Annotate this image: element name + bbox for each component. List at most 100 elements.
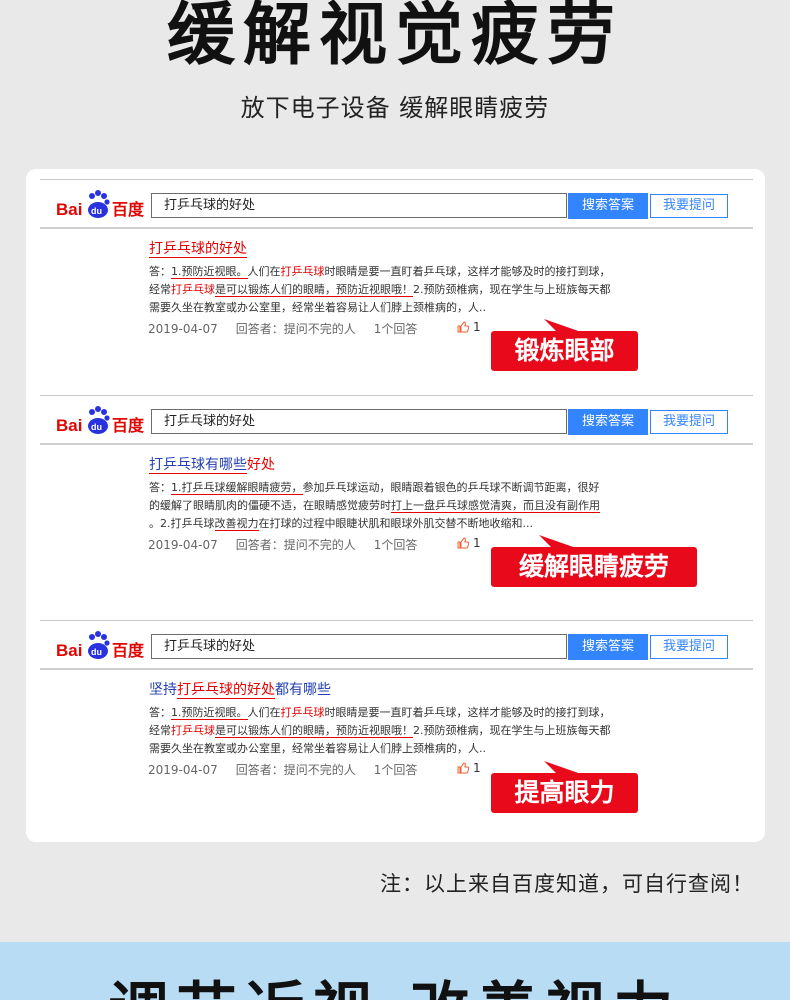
snippet-segment: 打乒乓球	[171, 283, 215, 296]
snippet-line: 经常打乒乓球是可以锻炼人们的眼睛，预防近视眼哦！2.预防颈椎病，现在学生与上班族…	[149, 281, 664, 299]
ask-question-button[interactable]: 我要提问	[650, 635, 728, 659]
svg-text:百度: 百度	[112, 200, 145, 219]
snippet-line: 。2.打乒乓球改善视力在打球的过程中眼睫状肌和眼球外肌交替不断地收缩和...	[149, 515, 664, 533]
snippet-line: 答：1.打乒乓球缓解眼睛疲劳，参加乒乓球运动，眼睛跟着银色的乒乓球不断调节距离，…	[149, 479, 664, 497]
thumbs-up-icon	[457, 537, 470, 549]
svg-text:百度: 百度	[112, 641, 145, 660]
meta-date: 2019-04-07	[148, 763, 218, 777]
snippet-line: 答：1.预防近视眼。人们在打乒乓球时眼睛是要一直盯着乒乓球，这样才能够及时的接打…	[149, 704, 664, 722]
svg-text:Bai: Bai	[56, 200, 82, 219]
ask-question-button[interactable]: 我要提问	[650, 194, 728, 218]
like-number: 1	[473, 320, 481, 334]
result-snippet: 答：1.预防近视眼。人们在打乒乓球时眼睛是要一直盯着乒乓球，这样才能够及时的接打…	[149, 704, 664, 758]
snippet-segment: 答：	[149, 481, 171, 494]
footer-heading: 调节近视 改善视力	[0, 976, 790, 1000]
search-answer-button[interactable]: 搜索答案	[568, 193, 648, 219]
meta-answerer: 回答者：提问不完的人	[235, 538, 356, 552]
snippet-segment: 改善视力	[214, 517, 259, 531]
top-rule	[40, 620, 753, 621]
search-divider	[40, 227, 753, 229]
like-number: 1	[473, 761, 481, 775]
snippet-segment: 打乒乓球	[171, 724, 215, 737]
search-divider	[40, 443, 753, 445]
callout-text: 缓解眼睛疲劳	[491, 547, 697, 587]
callout-text: 提高眼力	[491, 773, 638, 813]
meta-answers: 1个回答	[373, 322, 418, 336]
snippet-segment: 打上一盘乒乓球感觉清爽，而且没有副作用	[391, 499, 600, 513]
subheadline: 放下电子设备 缓解眼睛疲劳	[240, 94, 550, 122]
snippet-segment: 2.预防颈椎病，现在学生与上班族每天都	[413, 724, 611, 737]
snippet-segment: 在打球的过程中眼睫状肌和眼球外肌交替不断地收缩和...	[258, 517, 534, 530]
title-part: 好处	[247, 457, 275, 473]
ask-question-button[interactable]: 我要提问	[650, 410, 728, 434]
snippet-segment: 经常	[149, 724, 171, 737]
result-snippet: 答：1.预防近视眼。人们在打乒乓球时眼睛是要一直盯着乒乓球，这样才能够及时的接打…	[149, 263, 664, 317]
top-rule	[40, 395, 753, 396]
search-input[interactable]: 打乒乓球的好处	[151, 634, 567, 659]
search-answer-button[interactable]: 搜索答案	[568, 634, 648, 660]
search-input[interactable]: 打乒乓球的好处	[151, 409, 567, 434]
result-meta: 2019-04-07 回答者：提问不完的人 1个回答	[148, 536, 435, 553]
result-title-link[interactable]: 打乒乓球有哪些好处	[149, 455, 275, 475]
search-input[interactable]: 打乒乓球的好处	[151, 193, 567, 218]
headline: 缓解视觉疲劳	[166, 0, 623, 75]
snippet-segment: 需要久坐在教室或办公室里，经常坐着容易让人们脖上颈椎病的，人..	[149, 742, 486, 755]
snippet-segment: 是可以锻炼人们的眼睛，预防近视眼哦！	[215, 283, 413, 297]
snippet-segment: 打乒乓球	[280, 265, 325, 278]
search-answer-button[interactable]: 搜索答案	[568, 409, 648, 435]
svg-text:du: du	[91, 647, 102, 657]
like-count[interactable]: 1	[457, 761, 481, 775]
svg-text:百度: 百度	[112, 416, 145, 435]
svg-text:Bai: Bai	[56, 641, 82, 660]
snippet-segment: 是可以锻炼人们的眼睛，预防近视眼哦！	[215, 724, 413, 738]
meta-answerer: 回答者：提问不完的人	[235, 763, 356, 777]
baidu-logo: Bai du 百度	[56, 631, 145, 660]
snippet-segment: 人们在	[247, 706, 281, 719]
top-rule	[40, 179, 753, 180]
result-title-link[interactable]: 打乒乓球的好处	[149, 239, 247, 259]
meta-date: 2019-04-07	[148, 538, 218, 552]
svg-text:du: du	[91, 206, 102, 216]
snippet-segment: 1.预防近视眼。	[171, 265, 248, 279]
snippet-segment: 2.预防颈椎病，现在学生与上班族每天都	[413, 283, 611, 296]
snippet-segment: 需要久坐在教室或办公室里，经常坐着容易让人们脖上颈椎病的，人..	[149, 301, 486, 314]
snippet-line: 的缓解了眼睛肌肉的僵硬不适，在眼睛感觉疲劳时打上一盘乒乓球感觉清爽，而且没有副作…	[149, 497, 664, 515]
snippet-segment: 时眼睛是要一直盯着乒乓球，这样才能够及时的接打到球，	[324, 265, 611, 278]
like-count[interactable]: 1	[457, 320, 481, 334]
result-title-link[interactable]: 坚持打乒乓球的好处都有哪些	[149, 680, 331, 700]
like-count[interactable]: 1	[457, 536, 481, 550]
result-meta: 2019-04-07 回答者：提问不完的人 1个回答	[148, 320, 435, 337]
svg-text:Bai: Bai	[56, 416, 82, 435]
meta-answerer: 回答者：提问不完的人	[235, 322, 356, 336]
meta-date: 2019-04-07	[148, 322, 218, 336]
svg-text:du: du	[91, 422, 102, 432]
search-result-block: Bai du 百度 打乒乓球的好处 搜索答案 我要提问 打乒乓球的好处 答：1.预防近视眼。人…	[26, 169, 765, 385]
title-part: 打乒乓球有哪些	[149, 457, 247, 474]
title-part: 打乒乓球的好处	[177, 682, 275, 699]
source-note: 注：以上来自百度知道，可自行查阅！	[380, 872, 754, 896]
result-snippet: 答：1.打乒乓球缓解眼睛疲劳，参加乒乓球运动，眼睛跟着银色的乒乓球不断调节距离，…	[149, 479, 664, 533]
meta-answers: 1个回答	[373, 763, 418, 777]
snippet-segment: 1.预防近视眼。	[171, 706, 248, 720]
callout-text: 锻炼眼部	[491, 331, 638, 371]
result-meta: 2019-04-07 回答者：提问不完的人 1个回答	[148, 761, 435, 778]
snippet-line: 需要久坐在教室或办公室里，经常坐着容易让人们脖上颈椎病的，人..	[149, 299, 664, 317]
meta-answers: 1个回答	[373, 538, 418, 552]
snippet-segment: 打乒乓球	[280, 706, 325, 719]
title-part: 坚持	[149, 682, 177, 698]
search-divider	[40, 668, 753, 670]
thumbs-up-icon	[457, 321, 470, 333]
snippet-segment: 答：	[149, 706, 171, 719]
snippet-segment: 。2.打乒乓球	[149, 517, 215, 530]
snippet-segment: 的缓解了眼睛肌肉的僵硬不适，在眼睛感觉疲劳时	[149, 499, 391, 512]
title-part: 都有哪些	[275, 682, 331, 698]
snippet-segment: 人们在	[247, 265, 281, 278]
snippet-segment: 1.打乒乓球缓解眼睛疲劳，	[171, 481, 303, 495]
baidu-logo: Bai du 百度	[56, 190, 145, 219]
title-part: 打乒乓球的好处	[149, 241, 247, 258]
snippet-segment: 经常	[149, 283, 171, 296]
snippet-segment: 参加乒乓球运动，眼睛跟着银色的乒乓球不断调节距离，很好	[302, 481, 600, 494]
snippet-segment: 答：	[149, 265, 171, 278]
like-number: 1	[473, 536, 481, 550]
snippet-line: 答：1.预防近视眼。人们在打乒乓球时眼睛是要一直盯着乒乓球，这样才能够及时的接打…	[149, 263, 664, 281]
